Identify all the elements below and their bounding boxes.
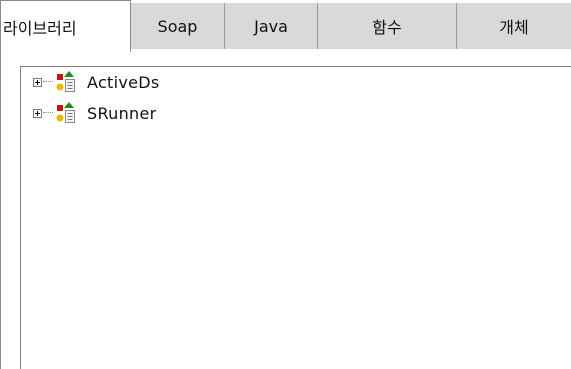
tab-bar: 라이브러리 Soap Java 함수 개체	[0, 0, 571, 52]
plus-icon[interactable]	[33, 108, 42, 118]
tab-objects[interactable]: 개체	[457, 3, 571, 49]
tab-library-label: 라이브러리	[3, 18, 77, 38]
tree-node-srunner[interactable]: SRunner	[33, 102, 157, 124]
tree-connector	[43, 112, 53, 114]
tab-functions[interactable]: 함수	[318, 3, 457, 49]
library-icon	[56, 102, 75, 123]
tab-objects-label: 개체	[499, 18, 529, 37]
tree-node-label: ActiveDs	[87, 72, 160, 92]
tab-java-label: Java	[254, 16, 288, 36]
tab-soap-label: Soap	[157, 16, 198, 36]
library-icon	[56, 71, 75, 92]
tree-connector	[43, 81, 53, 83]
tab-functions-label: 함수	[372, 18, 402, 37]
tree-node-label: SRunner	[87, 103, 157, 123]
library-tree[interactable]: ActiveDs SRunner	[20, 66, 571, 369]
tab-library[interactable]: 라이브러리	[0, 0, 131, 52]
tab-soap[interactable]: Soap	[131, 3, 225, 49]
tree-node-activeds[interactable]: ActiveDs	[33, 71, 160, 93]
tab-java[interactable]: Java	[225, 3, 318, 49]
plus-icon[interactable]	[33, 77, 42, 87]
